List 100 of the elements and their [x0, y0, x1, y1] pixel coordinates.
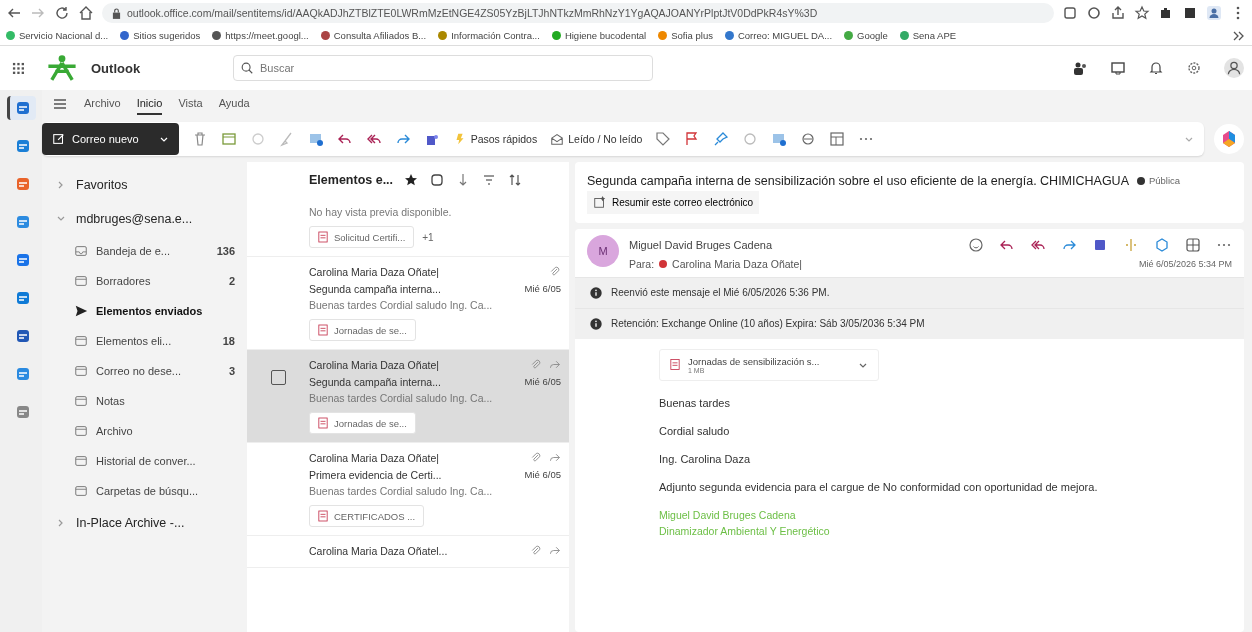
- folder-group[interactable]: Favoritos: [56, 168, 247, 202]
- bookmark[interactable]: Google: [844, 30, 888, 41]
- attachment-chip[interactable]: Jornadas de se...: [309, 412, 416, 434]
- info-text: Reenvió este mensaje el Mié 6/05/2026 5:36 PM.: [611, 287, 830, 298]
- email-subject: Segunda campaña interna de sensibilización sobre el uso eficiente de la energía. CHIMICHAGUA: [587, 173, 1129, 188]
- ribbon-tab[interactable]: Vista: [178, 93, 203, 115]
- lock-icon: [112, 7, 121, 19]
- folder-item[interactable]: Borradores 2: [56, 266, 247, 296]
- bookmark[interactable]: Información Contra...: [438, 30, 540, 41]
- share-icon[interactable]: [1110, 5, 1126, 21]
- folder-label: Notas: [96, 395, 126, 407]
- folder-item[interactable]: Notas: [56, 386, 247, 416]
- layout-icon[interactable]: [829, 131, 846, 147]
- unread-count: 2: [228, 275, 235, 287]
- star-icon[interactable]: [1134, 5, 1150, 21]
- whiteboard-icon[interactable]: [1110, 60, 1126, 76]
- reload-icon[interactable]: [54, 5, 70, 21]
- sparkle-icon: [593, 195, 607, 209]
- bookmark-icon: [212, 31, 222, 40]
- sensitivity-label[interactable]: Pública: [1136, 171, 1181, 190]
- file-icon: [318, 324, 328, 336]
- app-launcher-icon[interactable]: [12, 61, 25, 75]
- folder-group[interactable]: In-Place Archive -...: [56, 506, 247, 540]
- bookmark[interactable]: Servicio Nacional d...: [6, 30, 109, 41]
- attachment-chip[interactable]: Jornadas de se...: [309, 319, 416, 341]
- folder-label: Elementos eli...: [96, 335, 173, 347]
- home-icon[interactable]: [78, 5, 94, 21]
- unread-count: 18: [222, 335, 235, 347]
- summarize-button[interactable]: Resumir este correo electrónico: [587, 190, 760, 214]
- envelope-icon: [550, 132, 565, 146]
- search-field[interactable]: Buscar: [233, 55, 653, 81]
- app-rail-item[interactable]: [6, 96, 36, 120]
- folder-item[interactable]: Elementos eli... 18: [56, 326, 247, 356]
- folder-item[interactable]: Bandeja de e... 136: [56, 236, 247, 266]
- signature-line: Dinamizador Ambiental Y Energético: [659, 523, 831, 539]
- folder-label: Bandeja de e...: [96, 245, 171, 257]
- ribbon-tab[interactable]: Ayuda: [218, 93, 250, 115]
- folder-label: Elementos enviados: [96, 305, 204, 317]
- folder-label: Historial de conver...: [96, 455, 197, 467]
- select-icon[interactable]: [429, 172, 446, 188]
- message-preview: Buenas tardes Cordial saludo Ing. Ca...: [309, 298, 494, 313]
- recipient-name[interactable]: Carolina Maria Daza Oñate|: [672, 257, 1134, 270]
- read-unread-button[interactable]: Leído / No leído: [550, 132, 643, 146]
- message-item[interactable]: No hay vista previa disponible. Solicitud Certifi... +1: [247, 198, 569, 257]
- folder-icon: [74, 424, 88, 438]
- body-paragraph: Ing. Carolina Daza: [659, 452, 752, 465]
- logo-icon: [45, 53, 79, 83]
- star-icon[interactable]: [403, 172, 420, 188]
- message-item[interactable]: Carolina Maria Daza Oñate| Primera evidencia de Certi... Mié 6/05 Buenas tardes Cordial saludo Ing. Ca... CERTIFICADOS ...: [247, 443, 569, 536]
- bookmark-icon: [658, 31, 668, 40]
- ribbon-tab[interactable]: Archivo: [84, 93, 121, 115]
- tag-icon[interactable]: [655, 131, 672, 147]
- folder-item[interactable]: Carpetas de búsqu...: [56, 476, 247, 506]
- bookmark[interactable]: Consulta Afiliados B...: [320, 30, 427, 41]
- emoji-icon[interactable]: [968, 236, 984, 253]
- profile-icon[interactable]: [1206, 5, 1222, 21]
- message-item[interactable]: Carolina Maria Daza Oñate| Segunda campaña interna... Mié 6/05 Buenas tardes Cordial saludo Ing. Ca... Jornadas de se...: [247, 350, 569, 443]
- folder-item[interactable]: Historial de conver...: [56, 446, 247, 476]
- message-date: Mié 6/05: [524, 283, 561, 294]
- to-label: Para:: [629, 257, 655, 270]
- ribbon-tab[interactable]: Inicio: [136, 93, 163, 115]
- message-sender: Carolina Maria Daza Oñate|: [309, 265, 440, 278]
- bookmark[interactable]: Sena APE: [899, 30, 957, 41]
- attachment-chip[interactable]: CERTIFICADOS ...: [309, 505, 425, 527]
- bookmark-icon: [724, 31, 734, 40]
- attachment-chip[interactable]: Solicitud Certifi...: [309, 226, 415, 248]
- bookmark-icon: [551, 31, 561, 40]
- folder-label: Archivo: [96, 425, 134, 437]
- menu-icon[interactable]: [52, 96, 68, 112]
- new-mail-button[interactable]: Correo nuevo: [42, 123, 179, 155]
- address-bar[interactable]: outlook.office.com/mail/sentitems/id/AAQkADJhZTBlZTE0LWRmMzEtNGE4ZS05YzBjLTJhNTkzMmRhNzY1YgAQAJOANYrPlptJtV0DdPkR4sY%3D: [102, 3, 1054, 23]
- message-preview: No hay vista previa disponible.: [309, 205, 453, 220]
- view-icon[interactable]: [1185, 236, 1201, 253]
- folder-item[interactable]: Elementos enviados: [56, 296, 247, 326]
- sender-name[interactable]: Miguel David Bruges Cadena: [629, 238, 968, 251]
- unread-count: 3: [228, 365, 235, 377]
- account-group[interactable]: mdbruges@sena.e...: [56, 202, 247, 236]
- file-icon: [318, 417, 328, 429]
- message-sender: Carolina Maria Daza Oñate|: [309, 451, 440, 464]
- bookmark[interactable]: Sofia plus: [658, 30, 713, 41]
- folder-item[interactable]: Correo no dese... 3: [56, 356, 247, 386]
- folder-label: Carpetas de búsqu...: [96, 485, 200, 497]
- message-subject: Primera evidencia de Certi...: [309, 468, 443, 481]
- pin-icon[interactable]: [713, 131, 730, 147]
- message-item[interactable]: Carolina Maria Daza Oñatel...: [247, 536, 569, 568]
- bookmark[interactable]: Sitios sugeridos: [120, 30, 201, 41]
- app-name: Outlook: [91, 60, 142, 76]
- folder-item[interactable]: Archivo: [56, 416, 247, 446]
- unread-count: 136: [216, 245, 235, 257]
- bookmark[interactable]: Correo: MIGUEL DA...: [724, 30, 833, 41]
- bookmark[interactable]: Higiene bucodental: [551, 30, 647, 41]
- archive-icon[interactable]: [220, 131, 237, 147]
- bookmark-icon: [120, 31, 130, 40]
- quick-steps-button[interactable]: Pasos rápidos: [452, 132, 538, 146]
- account-icon[interactable]: [1224, 58, 1244, 78]
- settings-icon[interactable]: [1186, 60, 1202, 76]
- bell-icon[interactable]: [1148, 60, 1164, 76]
- bookmark-icon: [438, 31, 448, 40]
- checkbox[interactable]: [270, 370, 286, 385]
- bookmark[interactable]: https://meet.googl...: [212, 30, 309, 41]
